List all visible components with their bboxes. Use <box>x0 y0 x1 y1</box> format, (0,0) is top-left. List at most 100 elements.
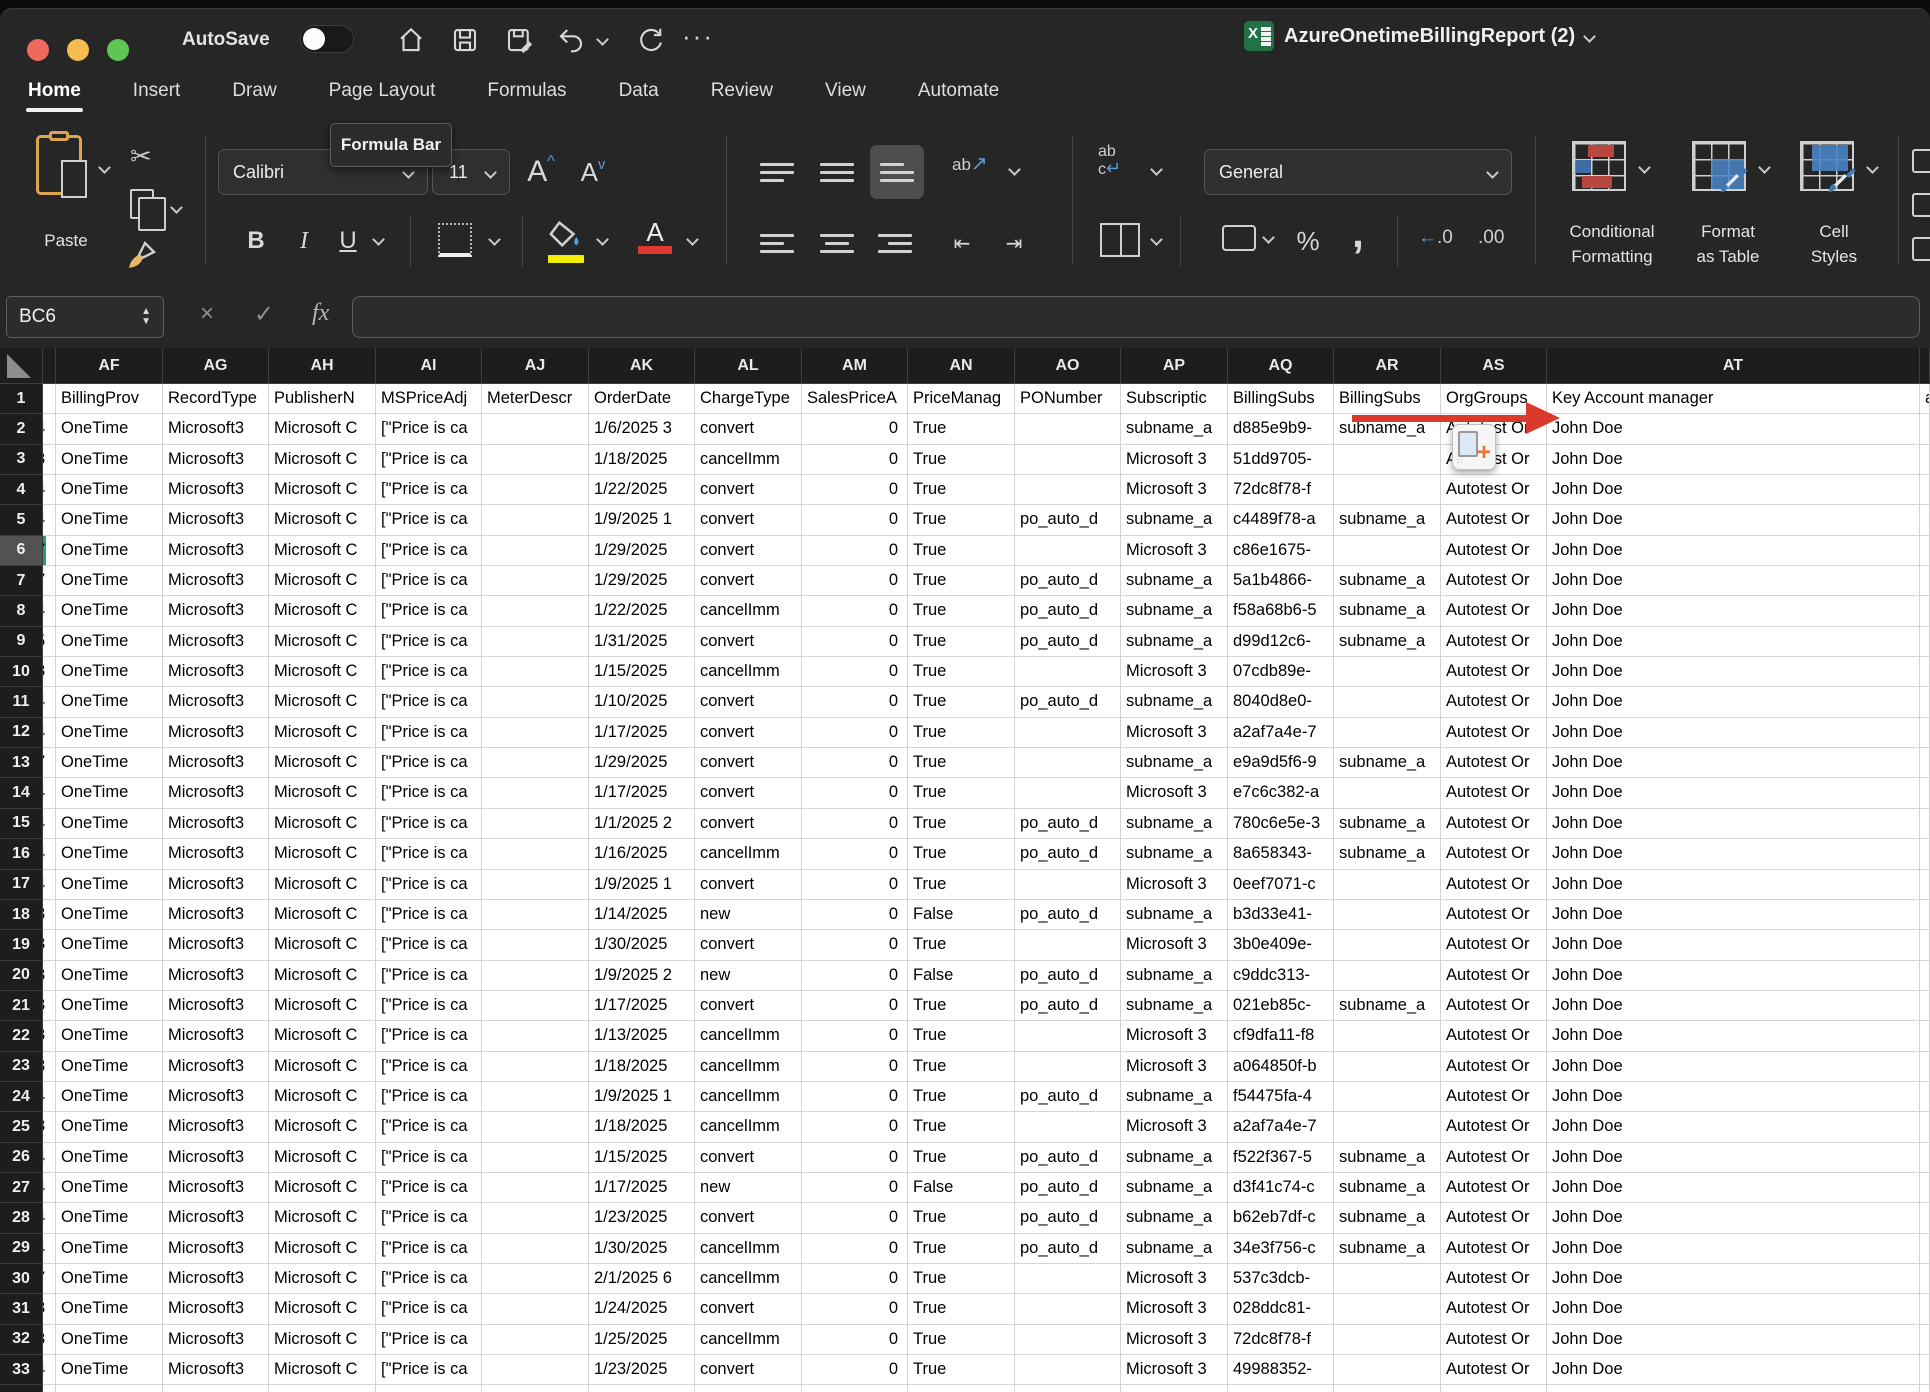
cell-sliver[interactable]: 4 <box>43 839 56 869</box>
cell-AT8[interactable]: John Doe <box>1547 596 1920 626</box>
cell-AH15[interactable]: Microsoft C <box>269 809 376 839</box>
cell-AF6[interactable]: OneTime <box>56 536 163 566</box>
cell-AJ18[interactable] <box>482 900 589 930</box>
cell-AK10[interactable]: 1/15/2025 <box>589 657 695 687</box>
cell-AT21[interactable]: John Doe <box>1547 991 1920 1021</box>
row-header-27[interactable]: 27 <box>0 1173 43 1203</box>
cell-AN12[interactable]: True <box>908 718 1015 748</box>
cell-sliver[interactable]: 4 <box>43 1143 56 1173</box>
cell-AH26[interactable]: Microsoft C <box>269 1143 376 1173</box>
cell-AG21[interactable]: Microsoft3 <box>163 991 269 1021</box>
cell-sliver[interactable]: 3 <box>43 1052 56 1082</box>
cell-AH19[interactable]: Microsoft C <box>269 930 376 960</box>
cell-AP3[interactable]: Microsoft 3 <box>1121 445 1228 475</box>
cell-AM21[interactable]: 0 <box>802 991 908 1021</box>
cell-AJ33[interactable] <box>482 1355 589 1385</box>
cell-AK15[interactable]: 1/1/2025 2 <box>589 809 695 839</box>
conditional-formatting-icon[interactable] <box>1572 141 1626 191</box>
cell-AI23[interactable]: ["Price is ca <box>376 1052 482 1082</box>
column-header-AP[interactable]: AP <box>1121 348 1228 384</box>
cell-partial[interactable] <box>1920 1294 1930 1324</box>
cell-AS8[interactable]: Autotest Or <box>1441 596 1547 626</box>
cell-AQ18[interactable]: b3d33e41- <box>1228 900 1334 930</box>
cell-AT12[interactable]: John Doe <box>1547 718 1920 748</box>
cell-AT4[interactable]: John Doe <box>1547 475 1920 505</box>
row-header-31[interactable]: 31 <box>0 1294 43 1324</box>
cell-AF12[interactable]: OneTime <box>56 718 163 748</box>
cell-partial[interactable] <box>1920 718 1930 748</box>
copy-icon[interactable] <box>130 189 154 219</box>
cell-AF10[interactable]: OneTime <box>56 657 163 687</box>
cell-AQ30[interactable]: 537c3dcb- <box>1228 1264 1334 1294</box>
cell-AG29[interactable]: Microsoft3 <box>163 1234 269 1264</box>
cell-AN16[interactable]: True <box>908 839 1015 869</box>
cell-AM4[interactable]: 0 <box>802 475 908 505</box>
cell-AI34[interactable]: ["Price is ca <box>376 1385 482 1392</box>
row-header-23[interactable]: 23 <box>0 1052 43 1082</box>
cell-AT2[interactable]: John Doe <box>1547 414 1920 444</box>
cell-AJ16[interactable] <box>482 839 589 869</box>
row-header-26[interactable]: 26 <box>0 1143 43 1173</box>
row-header-6[interactable]: 6 <box>0 536 43 566</box>
cell-partial[interactable] <box>1920 445 1930 475</box>
cell-AJ13[interactable] <box>482 748 589 778</box>
cell-AP14[interactable]: Microsoft 3 <box>1121 778 1228 808</box>
cell-AG19[interactable]: Microsoft3 <box>163 930 269 960</box>
cell-AS4[interactable]: Autotest Or <box>1441 475 1547 505</box>
cell-AM23[interactable]: 0 <box>802 1052 908 1082</box>
cell-AQ20[interactable]: c9ddc313- <box>1228 961 1334 991</box>
cell-AN15[interactable]: True <box>908 809 1015 839</box>
cell-AP15[interactable]: subname_a <box>1121 809 1228 839</box>
cell-partial[interactable] <box>1920 748 1930 778</box>
cell-AP20[interactable]: subname_a <box>1121 961 1228 991</box>
cell-sliver[interactable]: 3 <box>43 657 56 687</box>
cell-partial[interactable] <box>1920 900 1930 930</box>
cell-AG9[interactable]: Microsoft3 <box>163 627 269 657</box>
row-header-14[interactable]: 14 <box>0 778 43 808</box>
cell-AL31[interactable]: convert <box>695 1294 802 1324</box>
cell-sliver[interactable]: 5 <box>43 627 56 657</box>
cell-AR22[interactable] <box>1334 1021 1441 1051</box>
cell-AP31[interactable]: Microsoft 3 <box>1121 1294 1228 1324</box>
wrap-text-chevron-icon[interactable] <box>1150 163 1163 176</box>
cell-sliver[interactable]: 4 <box>43 414 56 444</box>
cell-AF19[interactable]: OneTime <box>56 930 163 960</box>
cell-AR28[interactable]: subname_a <box>1334 1203 1441 1233</box>
cell-AM22[interactable]: 0 <box>802 1021 908 1051</box>
cell-AQ17[interactable]: 0eef7071-c <box>1228 870 1334 900</box>
cell-AS5[interactable]: Autotest Or <box>1441 505 1547 535</box>
cell-AH30[interactable]: Microsoft C <box>269 1264 376 1294</box>
cell-AL23[interactable]: cancelImm <box>695 1052 802 1082</box>
cell-AJ24[interactable] <box>482 1082 589 1112</box>
cell-AG10[interactable]: Microsoft3 <box>163 657 269 687</box>
borders-icon[interactable] <box>438 223 472 257</box>
cell-AL34[interactable]: convert <box>695 1385 802 1392</box>
paste-button[interactable] <box>36 135 82 195</box>
cell-AM18[interactable]: 0 <box>802 900 908 930</box>
cell-sliver[interactable]: 4 <box>43 778 56 808</box>
cell-styles-chevron-icon[interactable] <box>1866 161 1879 174</box>
column-header-AJ[interactable]: AJ <box>482 348 589 384</box>
cell-AF31[interactable]: OneTime <box>56 1294 163 1324</box>
cell-AM25[interactable]: 0 <box>802 1112 908 1142</box>
cell-AF24[interactable]: OneTime <box>56 1082 163 1112</box>
cell-AK19[interactable]: 1/30/2025 <box>589 930 695 960</box>
tab-automate[interactable]: Automate <box>916 70 1001 112</box>
cell-AJ23[interactable] <box>482 1052 589 1082</box>
cell-AO21[interactable]: po_auto_d <box>1015 991 1121 1021</box>
cell-AT11[interactable]: John Doe <box>1547 687 1920 717</box>
cell-AF7[interactable]: OneTime <box>56 566 163 596</box>
cell-AT16[interactable]: John Doe <box>1547 839 1920 869</box>
cell-AQ13[interactable]: e9a9d5f6-9 <box>1228 748 1334 778</box>
cell-partial[interactable] <box>1920 1112 1930 1142</box>
cell-AK18[interactable]: 1/14/2025 <box>589 900 695 930</box>
column-header-AQ[interactable]: AQ <box>1228 348 1334 384</box>
cell-AN6[interactable]: True <box>908 536 1015 566</box>
cell-sliver[interactable]: 3 <box>43 1021 56 1051</box>
cell-AH20[interactable]: Microsoft C <box>269 961 376 991</box>
cell-AL27[interactable]: new <box>695 1173 802 1203</box>
cell-partial[interactable] <box>1920 657 1930 687</box>
cell-AF13[interactable]: OneTime <box>56 748 163 778</box>
increase-decimal-icon[interactable]: ←.0 <box>1418 227 1453 249</box>
cell-sliver[interactable]: 4 <box>43 687 56 717</box>
